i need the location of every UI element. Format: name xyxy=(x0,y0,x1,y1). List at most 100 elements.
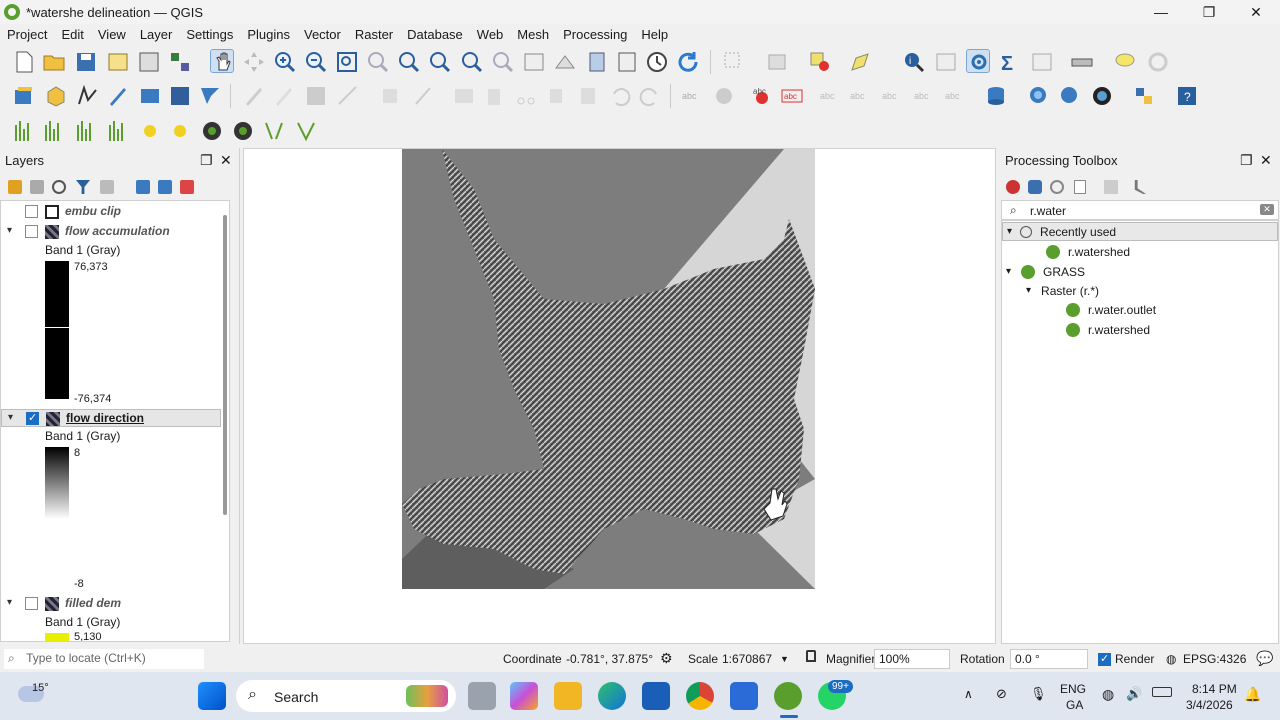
layer-row-embu-clip[interactable]: embu clip xyxy=(1,203,227,221)
layer-visibility-checkbox[interactable] xyxy=(25,225,38,238)
grass-tool-1-icon[interactable] xyxy=(12,119,36,143)
close-button[interactable]: ✕ xyxy=(1233,0,1279,24)
copilot-icon[interactable] xyxy=(510,682,538,710)
new-vector-tile-icon[interactable] xyxy=(198,84,222,108)
label-show-hide-icon[interactable]: abc xyxy=(912,84,936,108)
filter-legend-icon[interactable] xyxy=(76,180,90,194)
network-globe-icon[interactable]: ◍ xyxy=(1102,686,1114,703)
menu-raster[interactable]: Raster xyxy=(348,27,400,42)
map-tips-icon[interactable] xyxy=(1113,50,1137,74)
zoom-out-icon[interactable] xyxy=(304,50,328,74)
deselect-all-icon[interactable] xyxy=(808,50,832,74)
modify-attributes-icon[interactable] xyxy=(412,84,436,108)
menu-edit[interactable]: Edit xyxy=(54,27,90,42)
microphone-icon[interactable]: 🎙 xyxy=(1030,686,1047,702)
pan-to-selection-icon[interactable] xyxy=(242,50,266,74)
zoom-in-icon[interactable] xyxy=(273,50,297,74)
label-change-icon[interactable]: abc xyxy=(880,84,904,108)
layout-manager-icon[interactable] xyxy=(137,50,161,74)
new-print-layout-icon[interactable] xyxy=(106,50,130,74)
map-canvas[interactable] xyxy=(243,148,996,644)
layer-visibility-checkbox[interactable] xyxy=(25,205,38,218)
new-geopackage-layer-icon[interactable] xyxy=(44,84,68,108)
language-line-2[interactable]: GA xyxy=(1066,698,1083,712)
crs-button[interactable]: EPSG:4326 xyxy=(1183,652,1246,666)
menu-layer[interactable]: Layer xyxy=(133,27,180,42)
clear-search-icon[interactable]: ✕ xyxy=(1260,204,1274,215)
qgis-taskbar-icon[interactable] xyxy=(774,682,802,710)
select-features-icon[interactable] xyxy=(722,50,746,74)
data-source-manager-icon[interactable] xyxy=(12,84,36,108)
metasearch-results-icon[interactable] xyxy=(1058,84,1082,108)
chevron-down-icon[interactable]: ▾ xyxy=(7,597,12,608)
collapse-all-icon[interactable] xyxy=(158,180,172,194)
file-explorer-icon[interactable] xyxy=(554,682,582,710)
edge-browser-icon[interactable] xyxy=(598,682,626,710)
label-move-icon[interactable]: abc xyxy=(818,84,842,108)
coordinate-value[interactable]: -0.781°, 37.875° xyxy=(566,652,653,666)
layers-scrollbar[interactable] xyxy=(223,215,227,515)
chevron-down-icon[interactable]: ▾ xyxy=(7,225,12,236)
zoom-next-icon[interactable] xyxy=(491,50,515,74)
help-contents-icon[interactable]: ? xyxy=(1175,84,1199,108)
temporal-controller-icon[interactable] xyxy=(645,50,669,74)
chevron-down-icon[interactable]: ▼ xyxy=(780,654,789,664)
filter-by-expression-icon[interactable] xyxy=(100,180,114,194)
plugin-globe-icon[interactable] xyxy=(1090,84,1114,108)
new-map-view-icon[interactable] xyxy=(522,50,546,74)
open-project-icon[interactable] xyxy=(42,50,66,74)
new-project-icon[interactable] xyxy=(12,50,36,74)
minimize-button[interactable]: — xyxy=(1138,0,1184,24)
word-icon[interactable] xyxy=(642,682,670,710)
identify-features-icon[interactable]: i xyxy=(902,50,926,74)
measure-line-icon[interactable] xyxy=(1070,50,1094,74)
options-wrench-icon[interactable] xyxy=(1134,180,1146,194)
grass-globe-2-icon[interactable] xyxy=(231,119,255,143)
manage-map-themes-icon[interactable] xyxy=(52,180,66,194)
locator-search[interactable]: ⌕ Type to locate (Ctrl+K) xyxy=(4,649,204,669)
chevron-down-icon[interactable]: ▾ xyxy=(1006,266,1011,277)
rotation-spinbox[interactable]: 0.0 ° xyxy=(1010,649,1088,669)
task-view-icon[interactable] xyxy=(468,682,496,710)
render-checkbox[interactable] xyxy=(1098,652,1111,666)
chevron-down-icon[interactable]: ▾ xyxy=(1026,285,1031,296)
new-temporary-layer-icon[interactable] xyxy=(138,84,162,108)
chevron-down-icon[interactable]: ▾ xyxy=(1007,226,1012,237)
python-console-icon[interactable] xyxy=(1132,84,1156,108)
maximize-button[interactable]: ❐ xyxy=(1186,0,1232,24)
zoom-native-icon[interactable] xyxy=(428,50,452,74)
db-manager-icon[interactable] xyxy=(984,84,1008,108)
results-viewer-icon[interactable] xyxy=(1074,180,1086,194)
microsoft-store-icon[interactable] xyxy=(730,682,758,710)
show-hidden-icons-icon[interactable]: ∧ xyxy=(964,687,973,701)
grass-tool-4-icon[interactable] xyxy=(106,119,130,143)
save-layer-edits-icon[interactable] xyxy=(304,84,328,108)
notifications-icon[interactable]: 🔔 xyxy=(1244,686,1261,703)
edit-features-in-place-icon[interactable] xyxy=(1104,180,1118,194)
label-rotate-icon[interactable]: abc xyxy=(848,84,872,108)
refresh-icon[interactable] xyxy=(676,50,700,74)
pan-map-icon[interactable] xyxy=(210,49,234,73)
metasearch-icon[interactable] xyxy=(1027,84,1051,108)
close-panel-icon[interactable]: ✕ xyxy=(1260,152,1272,169)
grass-tool-2-icon[interactable] xyxy=(42,119,66,143)
scale-value[interactable]: 1:670867 xyxy=(722,652,772,666)
new-virtual-layer-icon[interactable] xyxy=(168,84,192,108)
layer-row-flow-direction[interactable]: ▾ flow direction xyxy=(1,409,221,427)
clock-time[interactable]: 8:14 PM xyxy=(1192,682,1237,696)
no-network-icon[interactable]: ⊘ xyxy=(996,686,1007,702)
delete-selected-icon[interactable] xyxy=(482,84,506,108)
new-3d-view-icon[interactable] xyxy=(553,50,577,74)
label-properties-icon[interactable]: abc xyxy=(943,84,967,108)
label-pin-icon[interactable]: abc xyxy=(750,84,774,108)
redo-icon[interactable] xyxy=(638,84,662,108)
history-icon[interactable] xyxy=(1050,180,1064,194)
copy-features-icon[interactable] xyxy=(545,84,569,108)
close-panel-icon[interactable]: ✕ xyxy=(220,152,232,169)
lock-scale-icon[interactable] xyxy=(806,650,816,662)
digitize-icon[interactable] xyxy=(106,84,130,108)
attribute-table-icon[interactable] xyxy=(934,50,958,74)
grass-tool-3-icon[interactable] xyxy=(74,119,98,143)
clock-date[interactable]: 3/4/2026 xyxy=(1186,698,1233,712)
toolbox-search[interactable]: ⌕ r.water ✕ xyxy=(1001,200,1279,220)
